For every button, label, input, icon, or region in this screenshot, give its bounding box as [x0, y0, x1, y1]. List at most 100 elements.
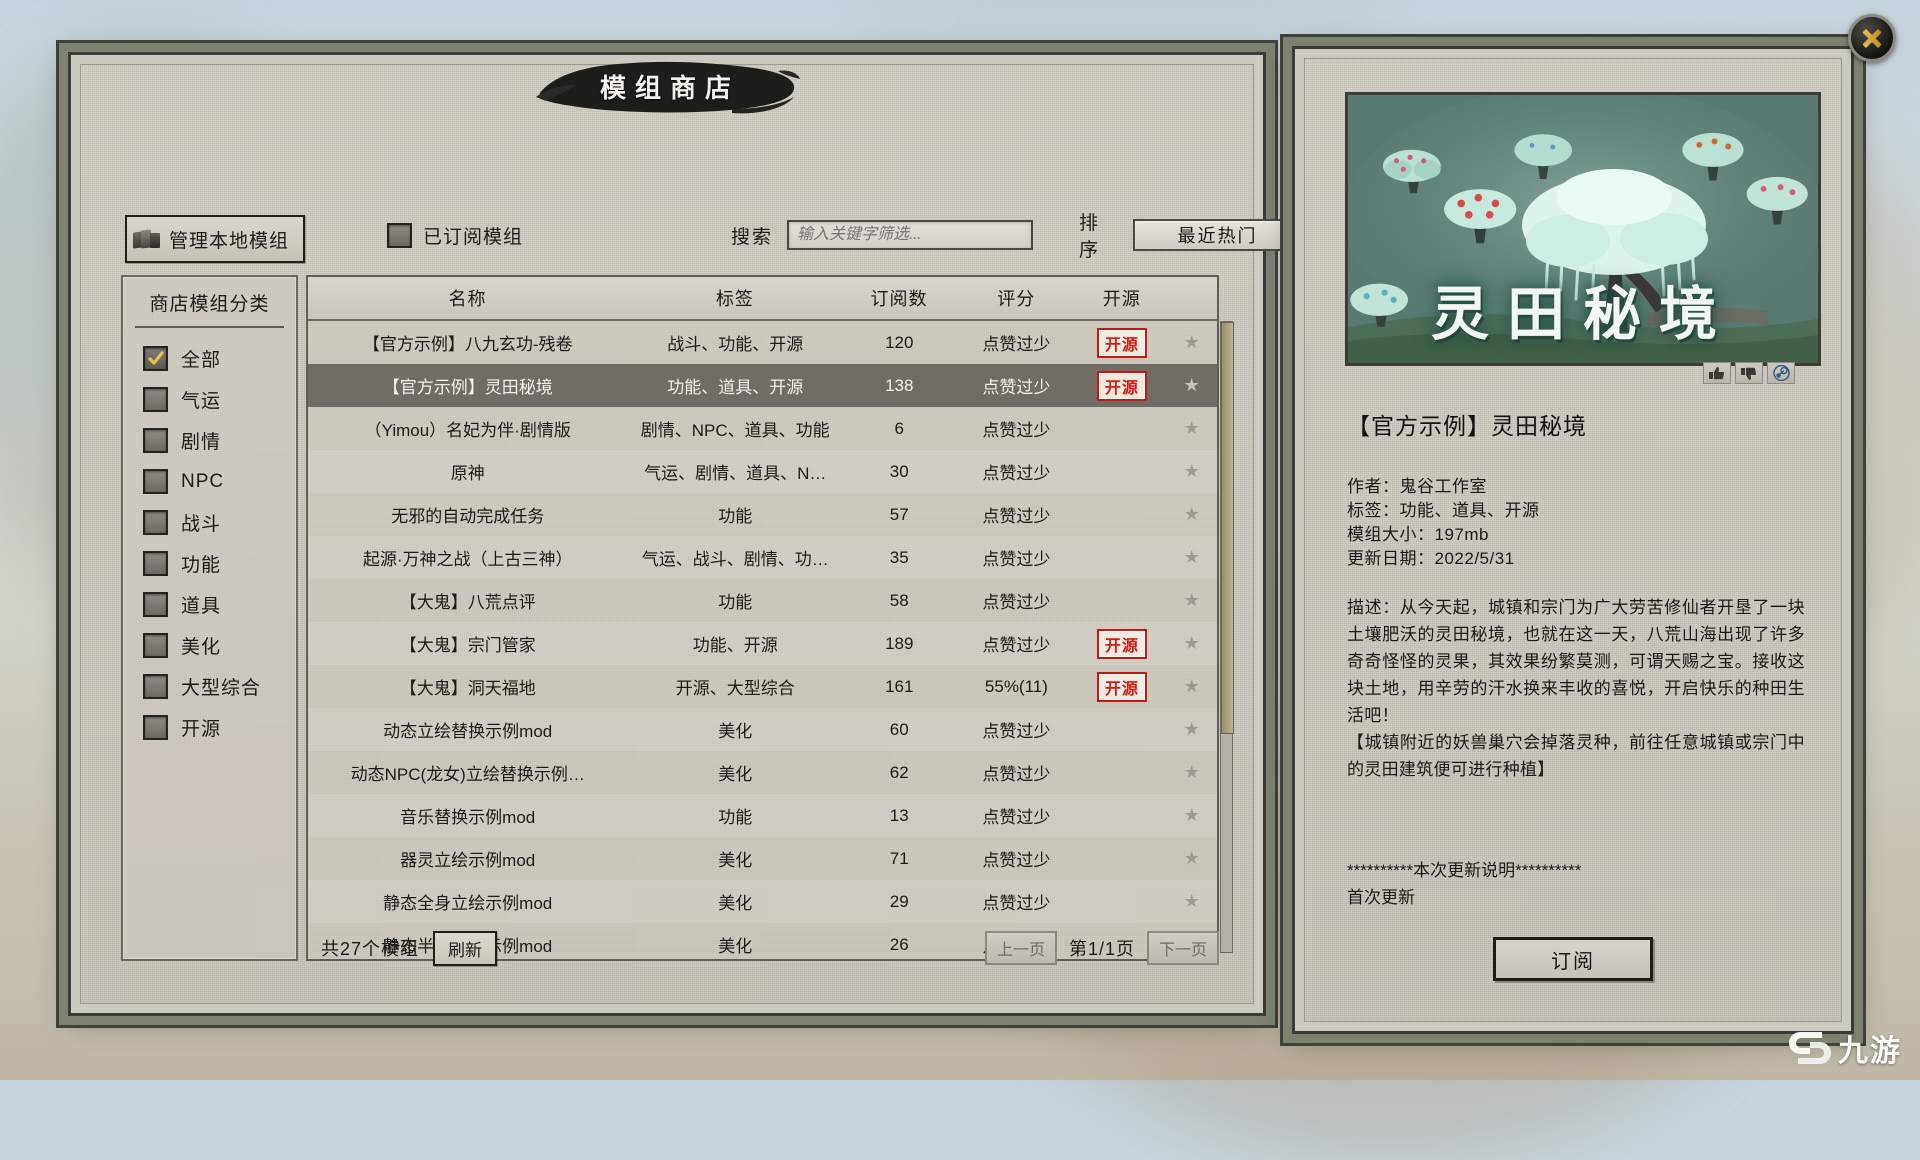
table-row[interactable]: 无邪的自动完成任务 功能 57 点赞过少 ★ [308, 493, 1217, 536]
cell-favorite: ★ [1166, 719, 1217, 740]
sidebar-item-2[interactable]: 剧情 [123, 420, 296, 461]
watermark-logo-icon [1789, 1032, 1831, 1064]
checkbox-box [387, 222, 412, 248]
table-row[interactable]: 起源·万神之战（上古三神） 气运、战斗、剧情、功… 35 点赞过少 ★ [308, 536, 1217, 579]
star-icon[interactable]: ★ [1184, 805, 1200, 826]
sidebar-title: 商店模组分类 [149, 294, 270, 315]
steam-icon[interactable] [1767, 362, 1795, 384]
cell-tags: 功能、开源 [692, 636, 778, 655]
thumbs-down-icon[interactable] [1735, 362, 1763, 384]
star-icon[interactable]: ★ [1184, 375, 1200, 396]
star-icon[interactable]: ★ [1184, 891, 1200, 912]
star-icon[interactable]: ★ [1184, 633, 1200, 654]
table-row[interactable]: 静态全身立绘示例mod 美化 29 点赞过少 ★ [308, 880, 1217, 923]
manage-local-mods-button[interactable]: 管理本地模组 [125, 215, 306, 263]
table-row[interactable]: 原神 气运、剧情、道具、N… 30 点赞过少 ★ [308, 450, 1217, 493]
mod-table: 名称 标签 订阅数 评分 开源 【官方示例】八九玄功-残卷 战斗、功能、开源 120… [306, 275, 1234, 961]
checkbox-icon [143, 469, 168, 494]
star-icon[interactable]: ★ [1184, 547, 1200, 568]
toolbar: 管理本地模组 已订阅模组 搜索 排序 最近热门 [119, 213, 1303, 263]
next-page-button[interactable]: 下一页 [1146, 931, 1219, 965]
open-source-badge: 开源 [1096, 370, 1147, 401]
cell-subscriptions: 71 [889, 848, 909, 868]
prev-page-button[interactable]: 上一页 [984, 931, 1057, 965]
table-scrollbar[interactable] [1220, 321, 1234, 953]
column-header-subscriptions[interactable]: 订阅数 [843, 285, 956, 311]
table-row[interactable]: 【大鬼】宗门管家 功能、开源 189 点赞过少 开源 ★ [308, 622, 1217, 665]
star-icon[interactable]: ★ [1184, 461, 1200, 482]
star-icon[interactable]: ★ [1184, 332, 1200, 353]
update-note-body: 首次更新 [1347, 888, 1415, 907]
star-icon[interactable]: ★ [1184, 504, 1200, 525]
subscribe-button[interactable]: 订阅 [1493, 937, 1653, 981]
checkbox-checked-icon [143, 346, 168, 371]
subscribed-mods-checkbox[interactable]: 已订阅模组 [387, 215, 523, 255]
refresh-button[interactable]: 刷新 [433, 930, 498, 966]
sort-group: 排序 最近热门 [1079, 213, 1303, 261]
search-input[interactable] [787, 220, 1034, 250]
star-icon[interactable]: ★ [1184, 848, 1200, 869]
table-row[interactable]: 【大鬼】八荒点评 功能 58 点赞过少 ★ [308, 579, 1217, 622]
column-header-name[interactable]: 名称 [308, 285, 627, 311]
table-row[interactable]: 音乐替换示例mod 功能 13 点赞过少 ★ [308, 794, 1217, 837]
cell-favorite: ★ [1166, 332, 1217, 353]
watermark-text: 九游 [1838, 1035, 1902, 1068]
cell-name: 动态立绘替换示例mod [383, 722, 553, 741]
checkbox-icon [143, 633, 168, 658]
detail-description: 描述：从今天起，城镇和宗门为广大劳苦修仙者开垦了一块土壤肥沃的灵田秘境，也就在这… [1347, 598, 1805, 779]
cell-subscriptions: 62 [889, 762, 909, 782]
column-header-opensource[interactable]: 开源 [1077, 285, 1166, 311]
sort-value: 最近热门 [1177, 226, 1258, 246]
cell-opensource: 开源 [1077, 628, 1166, 659]
table-row[interactable]: 动态立绘替换示例mod 美化 60 点赞过少 ★ [308, 708, 1217, 751]
cell-subscriptions: 60 [889, 719, 909, 739]
sidebar-item-0[interactable]: 全部 [123, 338, 296, 379]
cell-tags: 美化 [718, 722, 753, 741]
column-header-rating[interactable]: 评分 [955, 285, 1077, 311]
sidebar-item-6[interactable]: 道具 [123, 584, 296, 625]
cell-name: 器灵立绘示例mod [400, 851, 536, 870]
sidebar-item-4[interactable]: 战斗 [123, 502, 296, 543]
detail-updated: 更新日期：2022/5/31 [1347, 549, 1515, 568]
thumbs-up-icon[interactable] [1703, 362, 1731, 384]
cell-favorite: ★ [1166, 633, 1217, 654]
open-source-badge: 开源 [1096, 671, 1147, 702]
cell-tags: 气运、剧情、道具、N… [644, 464, 827, 483]
table-row[interactable]: 【官方示例】灵田秘境 功能、道具、开源 138 点赞过少 开源 ★ [308, 364, 1217, 407]
cell-name: 【官方示例】八九玄功-残卷 [362, 335, 573, 354]
sidebar-item-7[interactable]: 美化 [123, 625, 296, 666]
cell-favorite: ★ [1166, 805, 1217, 826]
star-icon[interactable]: ★ [1184, 762, 1200, 783]
sidebar-item-8[interactable]: 大型综合 [123, 666, 296, 707]
table-row[interactable]: 动态NPC(龙女)立绘替换示例… 美化 62 点赞过少 ★ [308, 751, 1217, 794]
page-title: 模组商店 [599, 73, 740, 103]
table-row[interactable]: 器灵立绘示例mod 美化 71 点赞过少 ★ [308, 837, 1217, 880]
cell-tags: 功能 [718, 507, 753, 526]
close-icon[interactable] [1848, 14, 1896, 62]
sidebar-item-1[interactable]: 气运 [123, 379, 296, 420]
cell-tags: 美化 [718, 765, 753, 784]
star-icon[interactable]: ★ [1184, 590, 1200, 611]
detail-update-note: **********本次更新说明********** 首次更新 [1347, 857, 1805, 911]
cell-subscriptions: 6 [894, 418, 904, 438]
checkbox-icon [143, 592, 168, 617]
star-icon[interactable]: ★ [1184, 418, 1200, 439]
books-icon [133, 229, 161, 249]
cell-opensource: 开源 [1077, 671, 1166, 702]
cell-name: 原神 [450, 464, 485, 483]
sort-select[interactable]: 最近热门 [1133, 219, 1303, 251]
cell-tags: 功能、道具、开源 [667, 378, 804, 397]
column-header-tags[interactable]: 标签 [627, 285, 843, 311]
scrollbar-thumb[interactable] [1221, 322, 1234, 734]
table-row[interactable]: （Yimou）名妃为伴·剧情版 剧情、NPC、道具、功能 6 点赞过少 ★ [308, 407, 1217, 450]
sidebar-item-3[interactable]: NPC [123, 461, 296, 502]
table-row[interactable]: 【大鬼】洞天福地 开源、大型综合 161 55%(11) 开源 ★ [308, 665, 1217, 708]
search-label: 搜索 [731, 226, 774, 248]
cell-favorite: ★ [1166, 461, 1217, 482]
sidebar-item-9[interactable]: 开源 [123, 707, 296, 748]
star-icon[interactable]: ★ [1184, 676, 1200, 697]
table-row[interactable]: 【官方示例】八九玄功-残卷 战斗、功能、开源 120 点赞过少 开源 ★ [308, 321, 1217, 364]
checkbox-icon [143, 428, 168, 453]
star-icon[interactable]: ★ [1184, 719, 1200, 740]
sidebar-item-5[interactable]: 功能 [123, 543, 296, 584]
